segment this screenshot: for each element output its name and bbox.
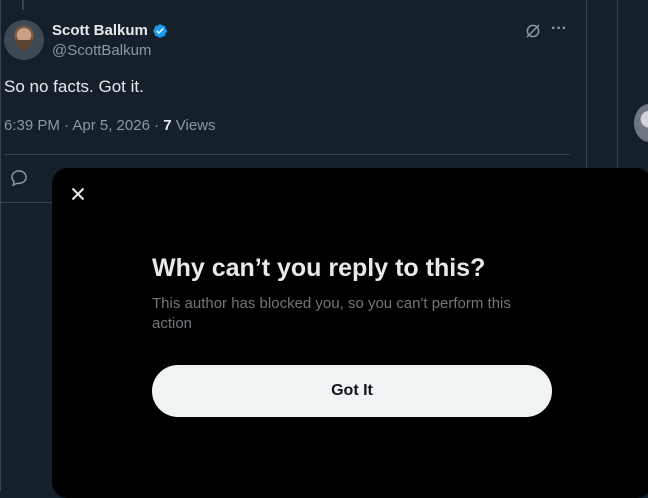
tweet-text: So no facts. Got it.	[4, 77, 144, 96]
column-left-border	[0, 0, 1, 491]
tweet-bottom-border	[0, 202, 52, 203]
author-name[interactable]: Scott Balkum	[52, 22, 148, 39]
close-icon[interactable]	[70, 186, 86, 202]
divider	[4, 154, 570, 155]
more-options-icon[interactable]: ···	[551, 20, 567, 38]
grok-icon[interactable]	[524, 22, 542, 40]
avatar[interactable]	[4, 20, 44, 60]
views-label: Views	[171, 117, 216, 134]
avatar-detail	[16, 40, 32, 50]
tweet-meta: 6:39 PM · Apr 5, 2026 · 7 Views	[4, 117, 216, 134]
verified-badge-icon[interactable]	[152, 23, 168, 39]
author-handle[interactable]: @ScottBalkum	[52, 42, 151, 59]
reply-icon[interactable]	[8, 168, 30, 188]
reply-restriction-modal: Why can’t you reply to this? This author…	[52, 168, 648, 498]
thread-line	[22, 0, 24, 10]
close-button[interactable]	[66, 182, 90, 206]
sidebar-avatar[interactable]	[634, 104, 648, 142]
modal-body: This author has blocked you, so you can'…	[152, 295, 511, 332]
modal-title: Why can’t you reply to this?	[152, 254, 486, 282]
views-count: 7	[163, 117, 172, 134]
got-it-button[interactable]: Got It	[152, 365, 552, 417]
author-row: Scott Balkum	[52, 22, 168, 39]
tweet-timestamp[interactable]: 6:39 PM · Apr 5, 2026 ·	[4, 117, 163, 134]
